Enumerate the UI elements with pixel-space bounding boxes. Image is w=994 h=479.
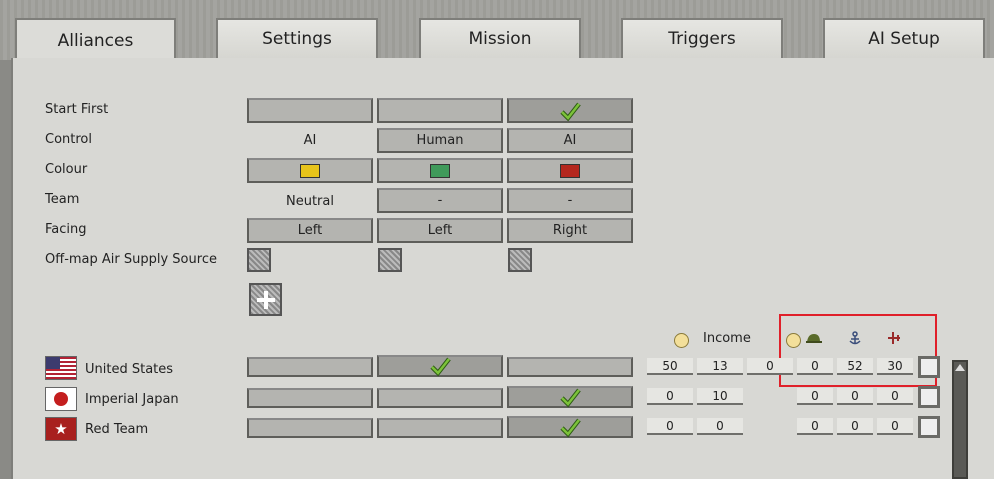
colour-button-1[interactable] [247, 158, 373, 183]
income-field[interactable]: 50 [647, 358, 693, 375]
start-first-button-3[interactable] [507, 98, 633, 123]
label-facing: Facing [45, 222, 87, 237]
team-value-1: Neutral [286, 194, 334, 209]
income-field[interactable]: 13 [697, 358, 743, 375]
scrollbar[interactable] [952, 360, 968, 479]
checkmark-icon [560, 418, 581, 438]
income-field[interactable]: 0 [747, 358, 793, 375]
unit-field[interactable]: 0 [877, 388, 913, 405]
tab-label: Mission [468, 29, 532, 49]
air-supply-checkbox-1[interactable] [247, 248, 271, 272]
faction-toggle-us[interactable] [918, 356, 940, 378]
control-button-2[interactable]: Human [377, 128, 503, 153]
alliance-button-us-1[interactable] [247, 357, 373, 377]
tab-label: AI Setup [868, 29, 940, 49]
plus-icon [256, 290, 275, 309]
tab-triggers[interactable]: Triggers [621, 18, 783, 58]
alliance-button-red-1[interactable] [247, 418, 373, 438]
alliance-button-us-3[interactable] [507, 357, 633, 377]
tab-ai-setup[interactable]: AI Setup [823, 18, 985, 58]
tab-mission[interactable]: Mission [419, 18, 581, 58]
income-field[interactable]: 0 [647, 388, 693, 405]
tab-alliances[interactable]: Alliances [15, 18, 176, 62]
colour-swatch [430, 163, 450, 178]
unit-field[interactable]: 0 [877, 418, 913, 435]
scroll-up-icon[interactable] [955, 364, 965, 371]
checkmark-icon [560, 102, 581, 121]
unit-field[interactable]: 0 [837, 418, 873, 435]
red-team-star-icon: ★ [45, 417, 77, 441]
faction-toggle-red-team[interactable] [918, 416, 940, 438]
label-start-first: Start First [45, 102, 109, 117]
control-value-1: AI [303, 133, 317, 148]
label-colour: Colour [45, 162, 88, 177]
facing-button-1[interactable]: Left [247, 218, 373, 243]
japan-flag-icon [45, 387, 77, 411]
unit-field[interactable]: 0 [797, 358, 833, 375]
colour-button-2[interactable] [377, 158, 503, 183]
tab-settings[interactable]: Settings [216, 18, 378, 58]
checkmark-icon [560, 388, 581, 408]
unit-field[interactable]: 0 [797, 418, 833, 435]
label-air-supply: Off-map Air Supply Source [45, 252, 217, 267]
colour-swatch [300, 163, 320, 178]
alliance-button-us-2[interactable] [377, 355, 503, 377]
income-field[interactable]: 0 [697, 418, 743, 435]
faction-name-japan: Imperial Japan [85, 392, 179, 407]
unit-field[interactable]: 52 [837, 358, 873, 375]
income-field[interactable]: 10 [697, 388, 743, 405]
tab-label: Settings [262, 29, 332, 49]
us-flag-icon [45, 356, 77, 380]
unit-field[interactable]: 30 [877, 358, 913, 375]
control-button-3[interactable]: AI [507, 128, 633, 153]
unit-field[interactable]: 0 [837, 388, 873, 405]
colour-button-3[interactable] [507, 158, 633, 183]
colour-swatch [560, 163, 580, 178]
alliance-button-japan-2[interactable] [377, 388, 503, 408]
coin-icon [674, 333, 689, 348]
tab-label: Triggers [668, 29, 736, 49]
income-field[interactable]: 0 [647, 418, 693, 435]
checkmark-icon [430, 357, 451, 377]
faction-name-us: United States [85, 362, 174, 377]
team-button-3[interactable]: - [507, 188, 633, 213]
alliance-button-japan-3[interactable] [507, 386, 633, 408]
air-supply-checkbox-2[interactable] [378, 248, 402, 272]
tab-label: Alliances [57, 31, 134, 51]
add-faction-button[interactable] [249, 283, 282, 316]
start-first-button-2[interactable] [377, 98, 503, 123]
air-supply-checkbox-3[interactable] [508, 248, 532, 272]
facing-button-3[interactable]: Right [507, 218, 633, 243]
income-label: Income [703, 331, 751, 346]
unit-field[interactable]: 0 [797, 388, 833, 405]
label-team: Team [45, 192, 80, 207]
facing-button-2[interactable]: Left [377, 218, 503, 243]
label-control: Control [45, 132, 92, 147]
alliance-button-red-2[interactable] [377, 418, 503, 438]
faction-toggle-japan[interactable] [918, 386, 940, 408]
team-button-2[interactable]: - [377, 188, 503, 213]
start-first-button-1[interactable] [247, 98, 373, 123]
highlight-box [779, 314, 937, 387]
alliance-button-red-3[interactable] [507, 416, 633, 438]
faction-name-red-team: Red Team [85, 422, 149, 437]
alliance-button-japan-1[interactable] [247, 388, 373, 408]
